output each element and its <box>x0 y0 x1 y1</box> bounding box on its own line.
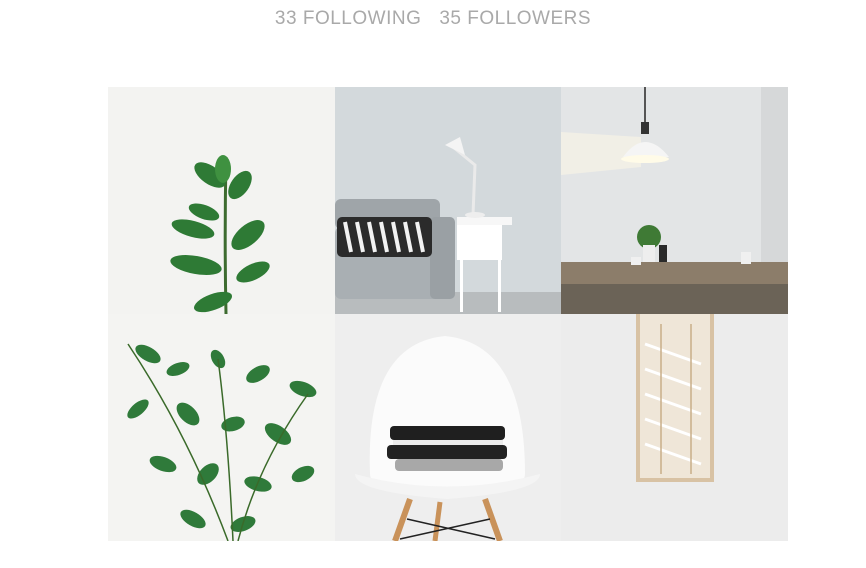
chair-image <box>335 314 561 541</box>
sofa-image <box>335 87 561 314</box>
leafy-plant-image <box>108 314 335 541</box>
staircase-mirror-image <box>561 314 788 541</box>
profile-stats: 33 FOLLOWING 35 FOLLOWERS <box>0 8 866 30</box>
gallery-photo-sofa[interactable] <box>335 87 561 314</box>
gallery-photo-pendant-lamp[interactable] <box>561 87 788 314</box>
pendant-lamp-image <box>561 87 788 314</box>
gallery-photo-staircase-mirror[interactable] <box>561 314 788 541</box>
gallery-photo-plant-stem[interactable] <box>108 87 335 314</box>
following-count-link[interactable]: 33 FOLLOWING <box>275 8 421 30</box>
plant-stem-image <box>108 87 335 314</box>
followers-count-link[interactable]: 35 FOLLOWERS <box>439 8 591 30</box>
gallery-photo-chair[interactable] <box>335 314 561 541</box>
photo-grid <box>108 87 788 541</box>
gallery-photo-leafy-plant[interactable] <box>108 314 335 541</box>
